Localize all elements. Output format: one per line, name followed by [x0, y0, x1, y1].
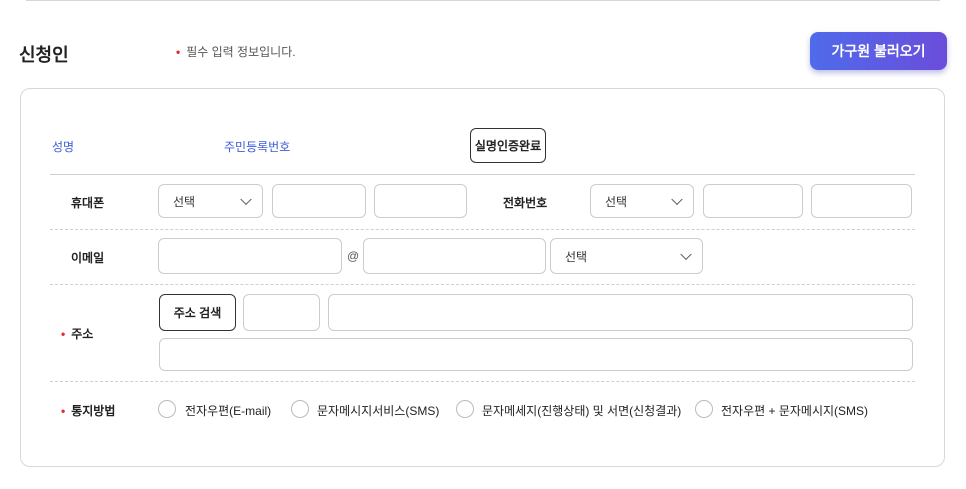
required-dot-icon: • [176, 45, 181, 59]
notify-label-text: 통지방법 [71, 404, 116, 418]
required-dot-icon: • [61, 404, 66, 418]
phone-label: 전화번호 [503, 196, 548, 210]
notify-email-radio[interactable] [158, 400, 176, 418]
email-domain-input[interactable] [363, 238, 546, 274]
row-divider [50, 381, 915, 382]
postcode-input[interactable] [243, 294, 320, 331]
phone-area-value: 선택 [605, 194, 628, 209]
top-divider [26, 0, 940, 1]
email-label: 이메일 [71, 251, 105, 265]
phone-area-select[interactable]: 선택 [590, 184, 694, 218]
address-detail-input[interactable] [159, 338, 913, 371]
notify-sms-mail-label[interactable]: 문자메세지(진행상태) 및 서면(신청결과) [482, 402, 681, 419]
mobile-label: 휴대폰 [71, 196, 105, 210]
email-domain-value: 선택 [565, 249, 588, 264]
chevron-down-icon [240, 193, 252, 206]
chevron-down-icon [680, 248, 692, 261]
mobile-last-input[interactable] [374, 184, 467, 218]
chevron-down-icon [671, 193, 683, 206]
notify-sms-mail-radio[interactable] [456, 400, 474, 418]
rrn-label: 주민등록번호 [224, 140, 291, 154]
notify-sms-label[interactable]: 문자메시지서비스(SMS) [317, 402, 439, 419]
phone-last-input[interactable] [811, 184, 912, 218]
notify-email-label[interactable]: 전자우편(E-mail) [185, 402, 271, 419]
mobile-carrier-value: 선택 [173, 194, 196, 209]
row-divider [50, 229, 915, 230]
notify-email-sms-radio[interactable] [695, 400, 713, 418]
row-divider [50, 174, 915, 175]
address-search-button[interactable]: 주소 검색 [159, 294, 236, 331]
verify-complete-button[interactable]: 실명인증완료 [470, 128, 546, 163]
address-label-text: 주소 [71, 327, 94, 341]
name-label: 성명 [52, 140, 75, 154]
required-dot-icon: • [61, 327, 66, 341]
load-family-button[interactable]: 가구원 불러오기 [810, 32, 947, 70]
address-main-input[interactable] [328, 294, 913, 331]
notify-sms-radio[interactable] [291, 400, 309, 418]
phone-middle-input[interactable] [703, 184, 803, 218]
email-id-input[interactable] [158, 238, 342, 274]
notify-email-sms-label[interactable]: 전자우편 + 문자메시지(SMS) [721, 402, 868, 419]
mobile-carrier-select[interactable]: 선택 [158, 184, 263, 218]
row-divider [50, 284, 915, 285]
required-note: • 필수 입력 정보입니다. [176, 43, 296, 60]
section-title: 신청인 [19, 45, 69, 65]
address-label: • 주소 [61, 325, 93, 342]
required-note-text: 필수 입력 정보입니다. [186, 45, 296, 59]
notify-label: • 통지방법 [61, 402, 115, 419]
email-domain-select[interactable]: 선택 [550, 238, 703, 274]
mobile-middle-input[interactable] [272, 184, 366, 218]
email-at-sign: @ [347, 249, 360, 263]
